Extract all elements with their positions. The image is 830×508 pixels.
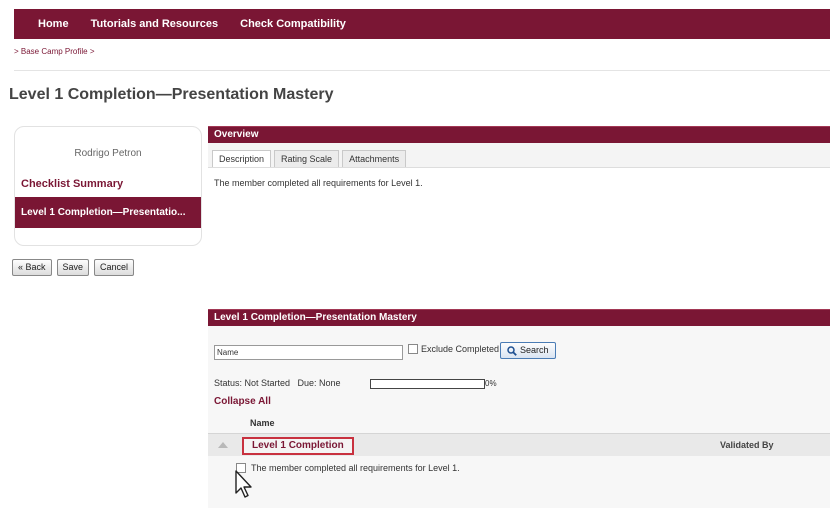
- overview-header: Overview: [208, 126, 830, 143]
- member-name: Rodrigo Petron: [74, 148, 142, 159]
- expand-toggle-icon[interactable]: [218, 442, 228, 448]
- page-title: Level 1 Completion—Presentation Mastery: [9, 86, 334, 103]
- search-icon: [507, 345, 517, 356]
- checklist-sidebar: Rodrigo Petron Checklist Summary Level 1…: [14, 126, 202, 246]
- nav-check-compatibility[interactable]: Check Compatibility: [240, 18, 346, 30]
- search-button-label: Search: [520, 345, 549, 355]
- breadcrumb[interactable]: > Base Camp Profile >: [14, 47, 94, 56]
- cancel-button[interactable]: Cancel: [94, 259, 135, 276]
- save-button[interactable]: Save: [56, 259, 90, 276]
- tab-attachments[interactable]: Attachments: [342, 150, 407, 167]
- collapse-all-link[interactable]: Collapse All: [214, 396, 271, 407]
- breadcrumb-divider: [14, 70, 830, 71]
- exclude-completed-option[interactable]: Exclude Completed: [408, 344, 499, 354]
- description-content: The member completed all requirements fo…: [208, 167, 830, 295]
- action-buttons: « Back Save Cancel: [12, 259, 135, 276]
- top-nav-bar: Home Tutorials and Resources Check Compa…: [14, 9, 830, 39]
- overview-panel: Overview Description Rating Scale Attach…: [208, 126, 830, 295]
- exclude-completed-checkbox[interactable]: [408, 344, 418, 354]
- search-input[interactable]: [214, 345, 403, 360]
- description-text: The member completed all requirements fo…: [214, 178, 423, 188]
- tab-rating-scale[interactable]: Rating Scale: [274, 150, 340, 167]
- exclude-completed-label: Exclude Completed: [421, 344, 500, 354]
- requirement-item[interactable]: The member completed all requirements fo…: [236, 463, 460, 473]
- status-text: Status: Not Started Due: None: [214, 378, 341, 388]
- nav-tutorials-and-resources[interactable]: Tutorials and Resources: [91, 18, 219, 30]
- search-button[interactable]: Search: [500, 342, 556, 359]
- table-row: Level 1 Completion Validated By: [208, 433, 830, 456]
- level-1-completion-link[interactable]: Level 1 Completion: [242, 437, 354, 455]
- progress-bar: [370, 379, 485, 389]
- overview-tabs: Description Rating Scale Attachments: [212, 150, 409, 167]
- sidebar-item-level-1-completion[interactable]: Level 1 Completion—Presentatio...: [15, 197, 201, 228]
- level-panel-header: Level 1 Completion—Presentation Mastery: [208, 309, 830, 326]
- requirement-text: The member completed all requirements fo…: [251, 463, 460, 473]
- nav-home[interactable]: Home: [38, 18, 69, 30]
- sidebar-item-checklist-summary[interactable]: Checklist Summary: [21, 178, 123, 190]
- validated-by-label: Validated By: [720, 440, 774, 450]
- mouse-pointer-icon: [235, 470, 252, 498]
- progress-percent: 0%: [485, 379, 497, 388]
- tab-description[interactable]: Description: [212, 150, 272, 167]
- column-header-name: Name: [250, 418, 275, 428]
- level-panel: Level 1 Completion—Presentation Mastery …: [208, 309, 830, 508]
- back-button[interactable]: « Back: [12, 259, 52, 276]
